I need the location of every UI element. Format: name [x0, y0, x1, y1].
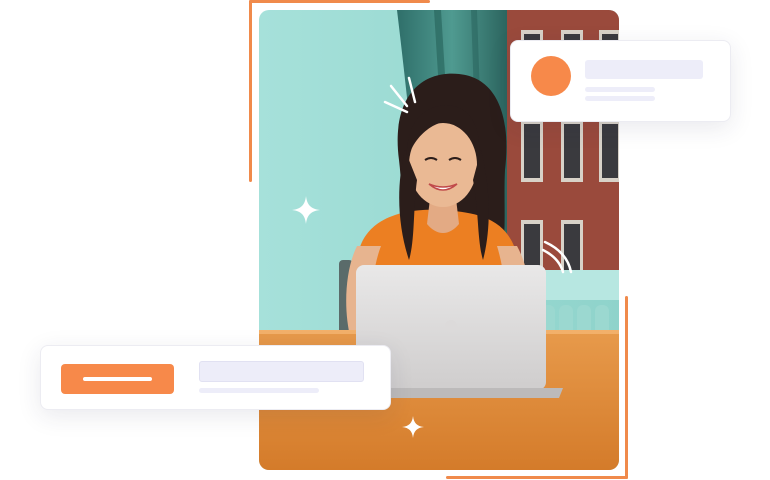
text-placeholder-line — [199, 388, 319, 393]
frame-line-right — [625, 296, 628, 479]
avatar — [531, 56, 571, 96]
frame-line-left — [249, 0, 252, 182]
text-placeholder-line — [585, 87, 655, 92]
action-button[interactable] — [61, 364, 174, 394]
frame-line-top — [249, 0, 430, 3]
frame-line-bottom — [446, 476, 628, 479]
text-placeholder-line — [585, 96, 655, 101]
window-sill — [539, 270, 619, 300]
action-card — [40, 345, 391, 410]
sparkle-icon — [292, 196, 320, 224]
sparkle-icon — [402, 416, 424, 438]
button-label-placeholder — [83, 377, 152, 381]
input-placeholder[interactable] — [199, 361, 364, 382]
title-placeholder — [585, 60, 703, 79]
profile-card — [510, 40, 731, 122]
